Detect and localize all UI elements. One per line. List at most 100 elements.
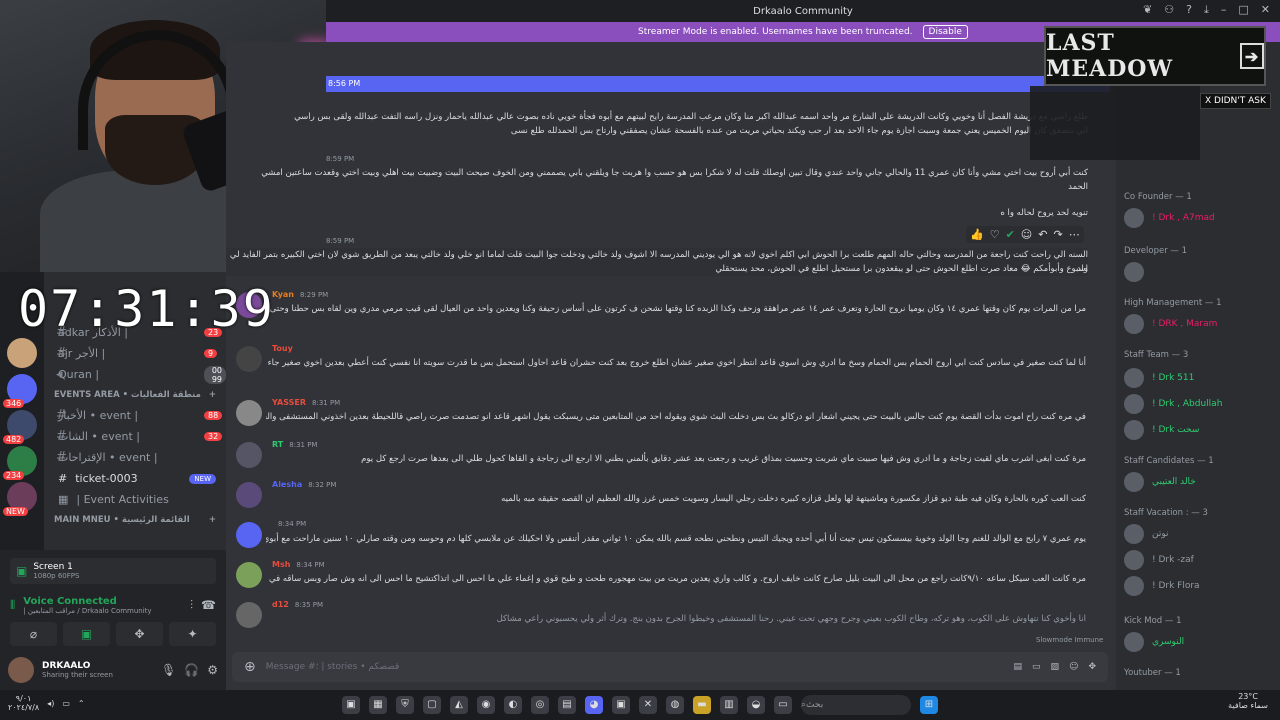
user-avatar[interactable] (236, 346, 262, 372)
avatar (1124, 550, 1144, 570)
member-item[interactable]: نوتن (1124, 524, 1169, 544)
user-avatar[interactable] (236, 442, 262, 468)
people-icon[interactable]: ⚇ (1164, 3, 1174, 17)
channel-ajr[interactable]: # | الأجر ajr 9 (44, 343, 226, 364)
message-input[interactable]: Message #؛ | stories • قصصكم (266, 662, 400, 672)
maximize-icon[interactable]: □ (1238, 3, 1248, 17)
member-item[interactable] (1124, 262, 1152, 282)
leaf-icon[interactable]: ❦ (1143, 3, 1152, 17)
folder-icon[interactable]: ▬ (693, 696, 711, 714)
category-events[interactable]: EVENTS AREA • منطقة الفعاليات + (44, 385, 226, 405)
app-icon[interactable]: ◉ (477, 696, 495, 714)
plus-icon[interactable]: + (209, 515, 216, 525)
screen-share-card[interactable]: ▣ Screen 1 1080p 60FPS (10, 558, 216, 584)
member-item[interactable]: ! DRK , Maram (1124, 314, 1217, 334)
channel-event-activities[interactable]: ▦ | Event Activities (44, 489, 226, 510)
member-item[interactable]: ! Drk Flora (1124, 576, 1200, 596)
windows-start-icon[interactable]: ⊞ (920, 696, 938, 714)
avatar[interactable] (8, 657, 34, 683)
store-icon[interactable]: ▥ (720, 696, 738, 714)
app-icon[interactable]: ▭ (774, 696, 792, 714)
server-icon[interactable]: 482 (3, 410, 37, 444)
member-item[interactable]: النوسري (1124, 632, 1184, 652)
disconnect-icon[interactable]: ☎ (201, 598, 216, 612)
chrome-icon[interactable]: ◎ (531, 696, 549, 714)
user-avatar[interactable] (236, 562, 262, 588)
gif-icon[interactable]: ▭ (1032, 662, 1041, 672)
minimize-icon[interactable]: – (1221, 3, 1227, 17)
member-item[interactable]: ! Drk -zaf (1124, 550, 1194, 570)
check-icon[interactable]: ✔ (1006, 228, 1015, 241)
disable-button[interactable]: Disable (922, 25, 968, 39)
apps-icon[interactable]: ✥ (1088, 662, 1096, 672)
app-icon[interactable]: ⛨ (396, 696, 414, 714)
emoji-icon[interactable]: ☺ (1069, 662, 1078, 672)
chat-message: RT 8:31 PM مرة كنت ابغى اشرب ماي لقيت زجا… (226, 438, 1110, 478)
camera-off-button[interactable]: ⌀ (10, 622, 57, 646)
forward-icon[interactable]: ↷ (1053, 228, 1062, 241)
channel-event-suggestions[interactable]: # | event • الإقتراحات (44, 447, 226, 468)
ad-overlay[interactable]: LAST MEADOW ➔ (1044, 26, 1266, 86)
ad-dismiss-button[interactable]: X DIDN'T ASK (1200, 93, 1271, 109)
activities-button[interactable]: ✥ (116, 622, 163, 646)
app-icon[interactable]: ▣ (612, 696, 630, 714)
taskbar-search[interactable]: بحث ⌕ (801, 695, 911, 715)
app-icon[interactable]: ▣ (342, 696, 360, 714)
share-screen-button[interactable]: ▣ (63, 622, 110, 646)
heart-icon[interactable]: ♡ (990, 228, 1000, 241)
category-main-menu[interactable]: MAIN MNEU • القائمة الرئيسية + (44, 510, 226, 530)
user-avatar[interactable] (236, 400, 262, 426)
user-avatar[interactable] (236, 522, 262, 548)
sticker-icon[interactable]: ▨ (1051, 662, 1060, 672)
chevron-up-icon[interactable]: ⌃ (78, 699, 85, 708)
member-item[interactable]: خالد العتيبي (1124, 472, 1196, 492)
close-icon[interactable]: ✕ (1261, 3, 1270, 17)
app-icon[interactable]: ▦ (369, 696, 387, 714)
arrow-right-icon[interactable]: ➔ (1240, 43, 1264, 69)
reply-icon[interactable]: ↶ (1038, 228, 1047, 241)
speaker-icon[interactable]: ◂) (47, 699, 54, 708)
server-icon[interactable]: 346 (3, 374, 37, 408)
member-item[interactable]: ! Drk , A7mad (1124, 208, 1215, 228)
channel-event-news[interactable]: # | event • الأخبار 88 (44, 405, 226, 426)
voice-connected[interactable]: ⦀ Voice Connected | مراقب المتابعين / Dr… (10, 590, 216, 620)
network-icon[interactable]: ▭ (62, 699, 70, 708)
app-icon[interactable]: ◐ (504, 696, 522, 714)
app-icon[interactable]: ◍ (666, 696, 684, 714)
app-icon[interactable]: ✕ (639, 696, 657, 714)
server-icon[interactable] (7, 338, 37, 368)
channel-event-chat[interactable]: # | event • الشات 32 (44, 426, 226, 447)
plus-icon[interactable]: ⊕ (244, 659, 256, 675)
app-icon[interactable]: ◭ (450, 696, 468, 714)
app-icon[interactable]: ▢ (423, 696, 441, 714)
member-item[interactable]: ! Drk 511 (1124, 368, 1194, 388)
user-avatar[interactable] (236, 602, 262, 628)
headset-icon[interactable]: 🎧 (184, 663, 199, 677)
channel-quran[interactable]: ◂ | Quran 00 99 (44, 364, 226, 385)
download-icon[interactable]: ⤓ (1204, 3, 1209, 17)
more-icon[interactable]: ⋯ (1069, 228, 1080, 241)
member-item[interactable]: ! Drk , Abdullah (1124, 394, 1222, 414)
server-icon[interactable]: NEW (3, 482, 37, 516)
edge-icon[interactable]: ◒ (747, 696, 765, 714)
user-avatar[interactable] (236, 482, 262, 508)
message-composer[interactable]: ⊕ Message #؛ | stories • قصصكم ▤ ▭ ▨ ☺ ✥ (232, 652, 1108, 682)
username: DRKAALO (42, 661, 91, 671)
thumbs-up-icon[interactable]: 👍 (970, 228, 984, 241)
weather-widget[interactable]: 23°C سماء صافية (1228, 692, 1268, 710)
emoji-icon[interactable]: ☺ (1021, 228, 1032, 241)
soundboard-button[interactable]: ✦ (169, 622, 216, 646)
voice-channel[interactable]: | مراقب المتابعين / Drkaalo Community (23, 607, 151, 615)
help-icon[interactable]: ? (1186, 3, 1192, 17)
settings-gear-icon[interactable]: ⚙ (207, 663, 218, 677)
plus-icon[interactable]: + (209, 390, 216, 400)
discord-icon[interactable]: ◕ (585, 696, 603, 714)
app-icon[interactable]: ▤ (558, 696, 576, 714)
gift-icon[interactable]: ▤ (1014, 662, 1023, 672)
mic-icon[interactable]: 🎙 (161, 663, 176, 677)
channel-ticket[interactable]: # ticket-0003 NEW (44, 468, 226, 489)
member-item[interactable]: ! Drk سحت (1124, 420, 1199, 440)
new-messages-divider[interactable]: 8:56 PM (326, 76, 1110, 92)
waveform-icon[interactable]: ⫶ (190, 598, 193, 613)
server-icon[interactable]: 234 (3, 446, 37, 480)
